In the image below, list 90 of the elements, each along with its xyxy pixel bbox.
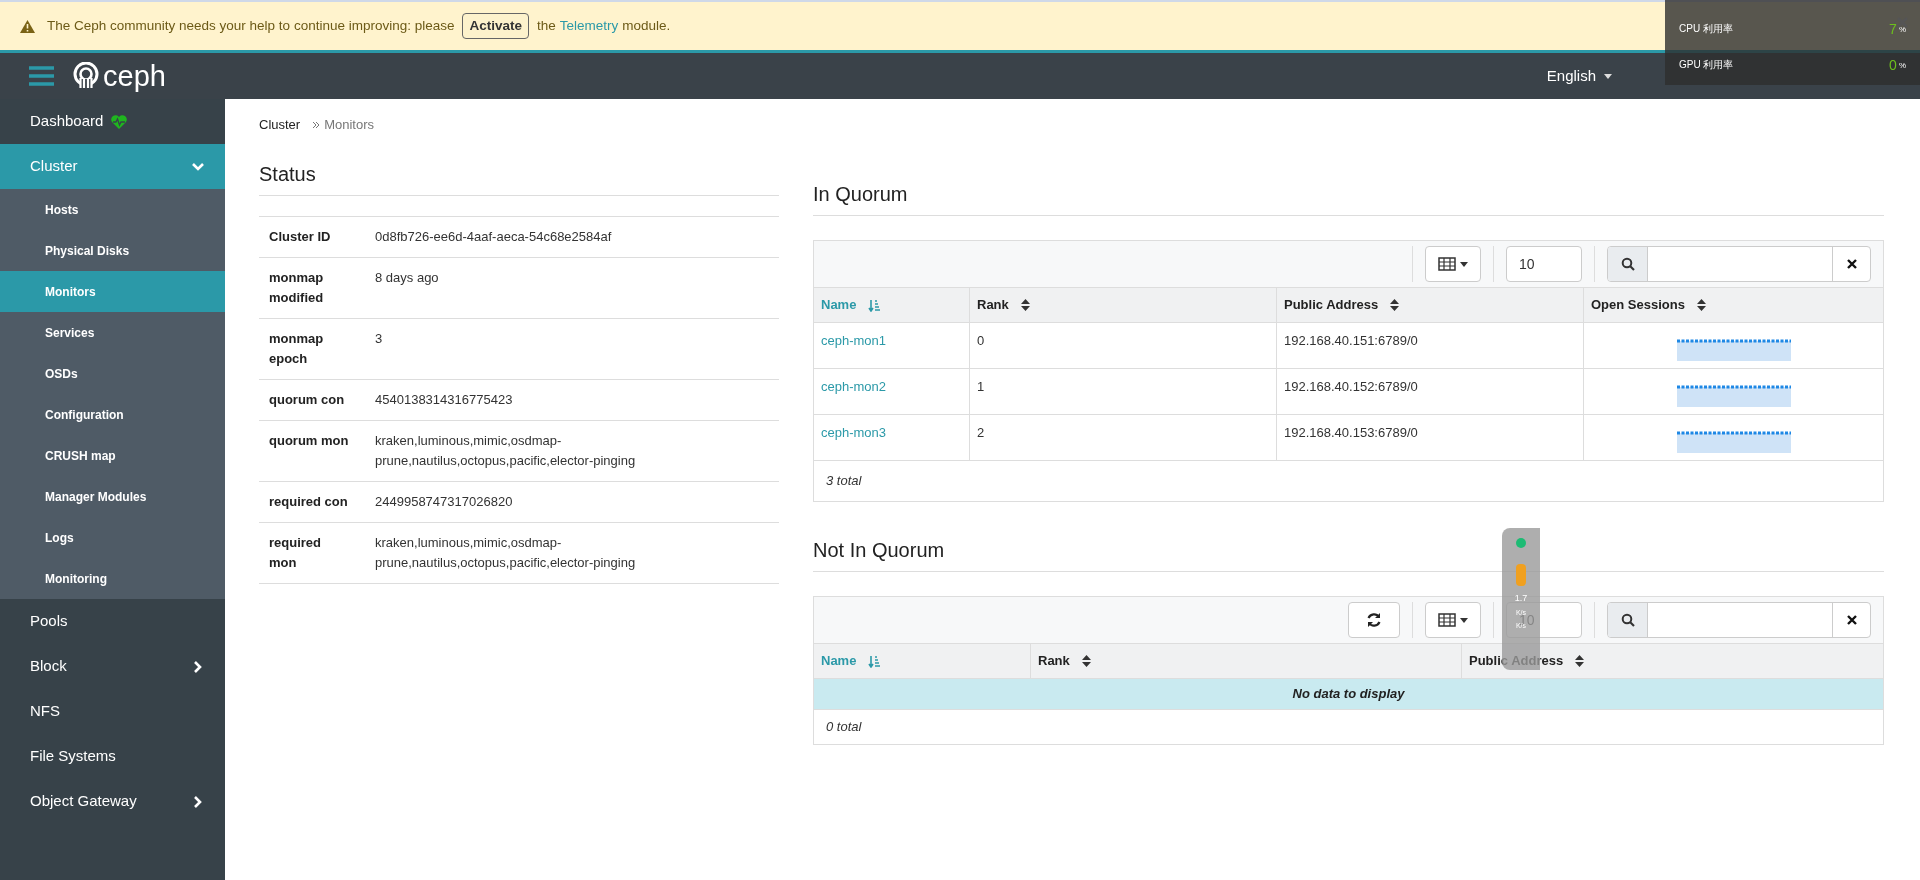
sidebar-item[interactable]: Dashboard xyxy=(0,99,225,144)
sidebar-item[interactable]: NFS xyxy=(0,689,225,734)
search-icon xyxy=(1620,613,1635,627)
sidebar-subitem[interactable]: Configuration xyxy=(0,394,225,435)
search-field[interactable] xyxy=(1607,246,1871,282)
monitor-link[interactable]: ceph-mon1 xyxy=(814,323,969,368)
caret-down-icon xyxy=(1460,261,1468,267)
sort-icon xyxy=(1081,655,1091,667)
status-value: 4540138314316775423 xyxy=(375,391,514,409)
status-label: monmap epoch xyxy=(268,330,325,368)
sidebar-item[interactable]: File Systems xyxy=(0,734,225,779)
metric-value: 7 xyxy=(1889,21,1897,36)
search-field[interactable] xyxy=(1607,602,1871,638)
speed-reading: 1.7 xyxy=(1514,594,1528,603)
empty-message: No data to display xyxy=(814,679,1883,710)
table-footer-count: 3 total xyxy=(826,472,862,491)
status-value: 0d8fb726-ee6d-4aaf-aeca-54c68e2584af xyxy=(375,228,613,246)
status-value: kraken,luminous,mimic,osdmap-prune,nautilus,octopus,pacific,elector-pinging xyxy=(375,534,637,572)
table-icon xyxy=(1438,613,1456,627)
sidebar-subitem[interactable]: Physical Disks xyxy=(0,230,225,271)
sidebar-subitem[interactable]: Logs xyxy=(0,517,225,558)
table-icon xyxy=(1438,257,1456,271)
metric-unit: % xyxy=(1898,23,1906,36)
table-footer-count: 0 total xyxy=(826,718,862,737)
sort-ascending-icon xyxy=(868,654,882,668)
columns-dropdown-button[interactable] xyxy=(1425,602,1481,638)
sidebar-subitem[interactable]: Services xyxy=(0,312,225,353)
status-label: monmap modified xyxy=(268,269,325,307)
column-header[interactable]: Rank xyxy=(969,288,1276,322)
banner-text: The Ceph community needs your help to continue improving: please xyxy=(47,16,455,35)
status-label: quorum con xyxy=(268,391,346,409)
page-size-field[interactable]: 10 xyxy=(1506,246,1582,282)
metric-label: CPU 利用率 xyxy=(1679,21,1733,36)
table-cell: 1 xyxy=(969,369,1276,414)
activate-button[interactable]: Activate xyxy=(462,12,529,40)
logo-text: ceph xyxy=(103,61,166,91)
column-header[interactable]: Open Sessions xyxy=(1583,288,1883,322)
sort-icon xyxy=(1020,299,1030,311)
status-value: 3 xyxy=(375,330,384,348)
sort-icon xyxy=(1575,655,1585,667)
banner-text: module. xyxy=(622,16,671,35)
status-value: 8 days ago xyxy=(375,269,440,287)
clear-icon xyxy=(1846,615,1857,625)
search-icon xyxy=(1620,257,1635,271)
double-chevron-icon xyxy=(312,121,321,129)
status-label: required mon xyxy=(268,534,322,572)
gauge-icon xyxy=(1516,564,1526,586)
caret-down-icon xyxy=(1604,73,1612,79)
columns-dropdown-button[interactable] xyxy=(1425,246,1481,282)
ceph-logo-icon xyxy=(72,62,100,90)
sidebar-subitem[interactable]: CRUSH map xyxy=(0,435,225,476)
table-cell: 192.168.40.151:6789/0 xyxy=(1276,323,1583,368)
refresh-button[interactable] xyxy=(1348,602,1400,638)
table-cell: 0 xyxy=(969,323,1276,368)
caret-down-icon xyxy=(1460,617,1468,623)
column-header[interactable]: Rank xyxy=(1030,644,1461,678)
sidebar-subitem[interactable]: Monitoring xyxy=(0,558,225,599)
sidebar-item[interactable]: Block xyxy=(0,644,225,689)
table-cell: 192.168.40.153:6789/0 xyxy=(1276,415,1583,460)
sort-ascending-icon xyxy=(868,298,882,312)
status-label: Cluster ID xyxy=(268,228,332,246)
table-cell: 192.168.40.152:6789/0 xyxy=(1276,369,1583,414)
metric-value: 0 xyxy=(1889,58,1897,73)
refresh-icon xyxy=(1366,612,1382,628)
language-dropdown[interactable]: English xyxy=(1546,64,1612,88)
section-title: In Quorum xyxy=(813,179,1884,216)
monitor-link[interactable]: ceph-mon3 xyxy=(814,415,969,460)
status-label: required con xyxy=(268,493,349,511)
sidebar-subitem[interactable]: OSDs xyxy=(0,353,225,394)
breadcrumb-link[interactable]: Cluster xyxy=(259,115,301,135)
metric-unit: % xyxy=(1898,60,1906,73)
sort-icon xyxy=(1696,299,1706,311)
banner-text: the xyxy=(537,16,556,35)
sidebar-item[interactable]: Object Gateway xyxy=(0,779,225,824)
table-cell: 2 xyxy=(969,415,1276,460)
status-value: kraken,luminous,mimic,osdmap-prune,nautilus,octopus,pacific,elector-pinging xyxy=(375,432,637,470)
sidebar-item[interactable]: Pools xyxy=(0,599,225,644)
clear-icon xyxy=(1846,259,1857,269)
sidebar-subitem[interactable]: Hosts xyxy=(0,189,225,230)
breadcrumb-current: Monitors xyxy=(324,116,375,135)
monitor-link[interactable]: ceph-mon2 xyxy=(814,369,969,414)
metric-label: GPU 利用率 xyxy=(1679,58,1734,73)
status-value: 2449958747317026820 xyxy=(375,493,514,511)
section-title: Status xyxy=(259,159,779,196)
status-label: quorum mon xyxy=(268,432,350,450)
column-header[interactable]: Public Address xyxy=(1276,288,1583,322)
sort-icon xyxy=(1390,299,1400,311)
warning-icon xyxy=(20,19,35,33)
sidebar-subitem[interactable]: Manager Modules xyxy=(0,476,225,517)
menu-icon[interactable] xyxy=(29,66,54,86)
